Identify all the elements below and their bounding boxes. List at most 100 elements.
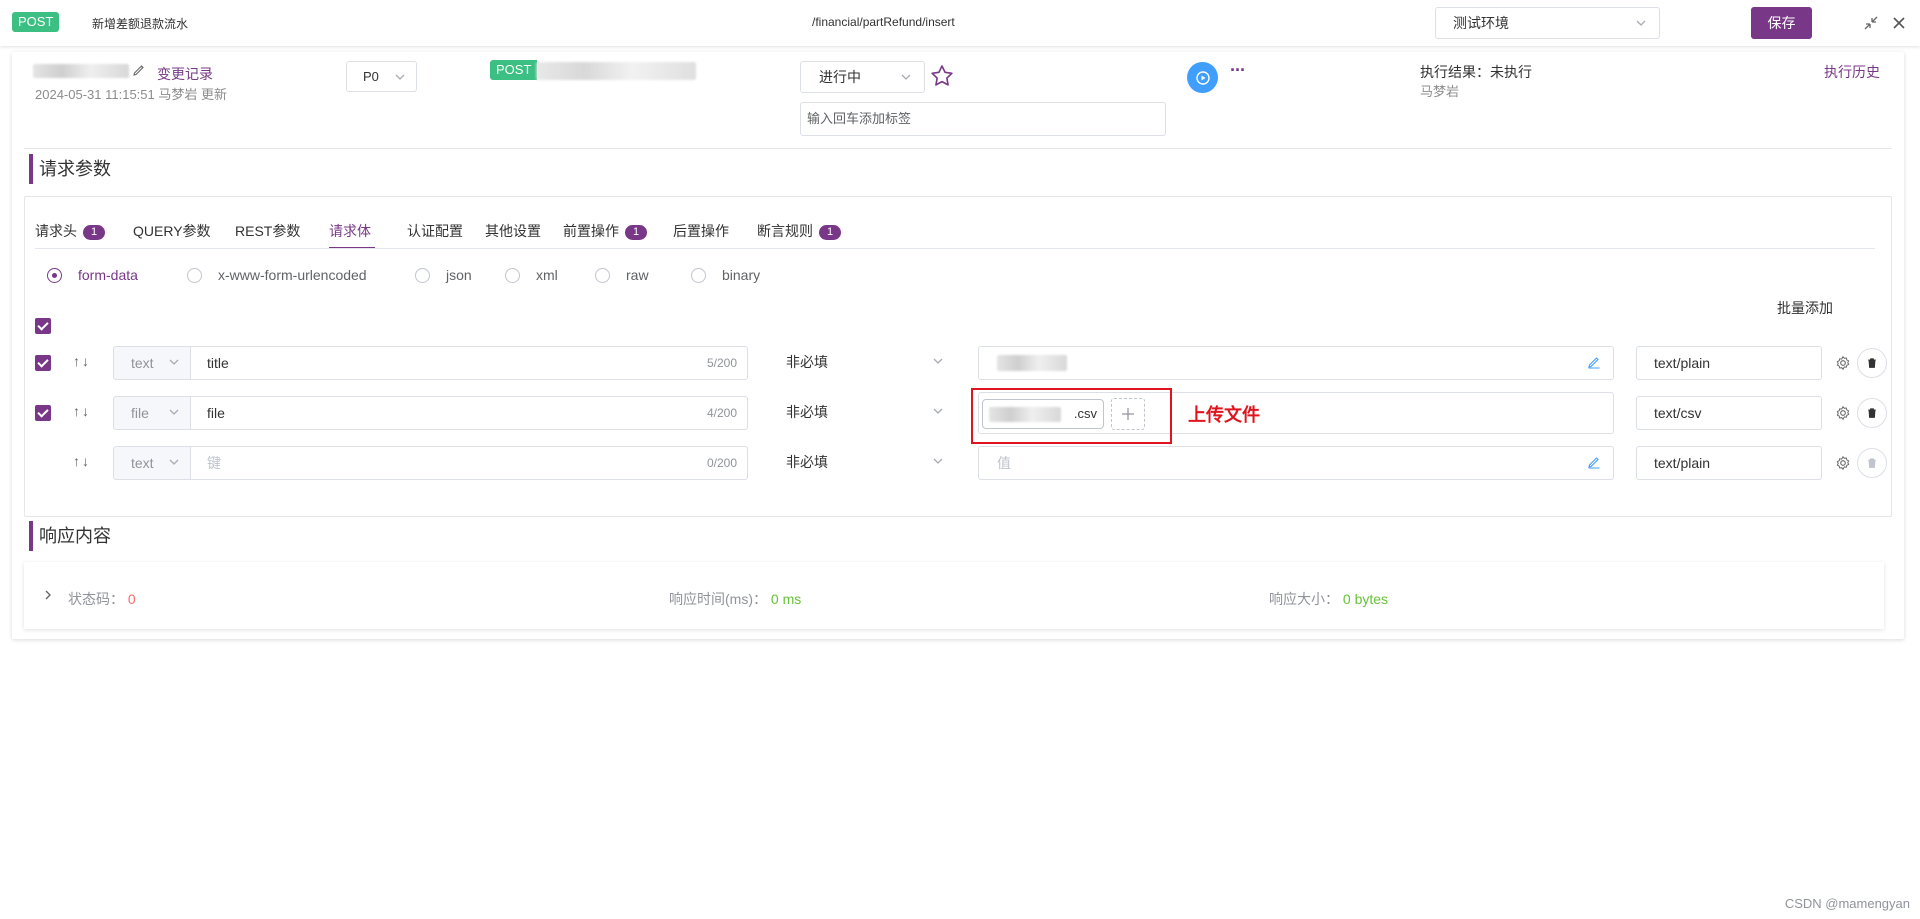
tab-other-settings[interactable]: 其他设置 xyxy=(485,221,541,241)
content-type-input[interactable]: text/plain xyxy=(1636,346,1822,380)
status-code: 状态码： 0 xyxy=(68,591,136,607)
char-count: 4/200 xyxy=(706,406,737,420)
tab-badge: 1 xyxy=(625,225,647,240)
type-select[interactable]: text xyxy=(113,346,191,380)
required-select[interactable]: 非必填 xyxy=(770,346,956,380)
content-type-input[interactable]: text/plain xyxy=(1636,446,1822,480)
radio-form-data[interactable]: form-data xyxy=(47,267,138,283)
close-icon[interactable] xyxy=(1889,13,1909,33)
chevron-down-icon xyxy=(395,74,405,80)
file-chip[interactable]: .csv xyxy=(982,399,1104,429)
play-icon xyxy=(1195,70,1210,85)
value-input[interactable] xyxy=(978,346,1614,380)
tab-body[interactable]: 请求体 xyxy=(329,221,371,241)
value-redacted xyxy=(997,355,1067,371)
tab-pre-script[interactable]: 前置操作 1 xyxy=(563,221,647,241)
file-extension: .csv xyxy=(1073,406,1097,421)
chevron-down-icon xyxy=(169,359,179,365)
chevron-down-icon xyxy=(933,458,943,464)
exec-history-link[interactable]: 执行历史 xyxy=(1824,62,1880,82)
chevron-right-icon[interactable] xyxy=(42,589,54,601)
tab-assertions[interactable]: 断言规则 1 xyxy=(757,221,841,241)
request-section-title: 请求参数 xyxy=(29,154,111,184)
radio-json[interactable]: json xyxy=(415,267,472,283)
radio-xml[interactable]: xml xyxy=(505,267,558,283)
response-time-value: 0 ms xyxy=(770,591,802,607)
radio-binary[interactable]: binary xyxy=(691,267,760,283)
value-input[interactable]: 值 xyxy=(978,446,1614,480)
top-bar: POST 新增差额退款流水 /financial/partRefund/inse… xyxy=(0,0,1920,46)
table-row: ↑↓ file file 4/200 非必填 .csv 上传文件 text/csv xyxy=(25,388,1917,444)
tab-rest[interactable]: REST参数 xyxy=(235,221,300,241)
delete-button[interactable] xyxy=(1857,348,1887,378)
trash-icon xyxy=(1868,458,1876,468)
batch-add-link[interactable]: 批量添加 xyxy=(1777,298,1833,318)
radio-raw[interactable]: raw xyxy=(595,267,649,283)
radio-urlencoded[interactable]: x-www-form-urlencoded xyxy=(187,267,367,283)
content-type-input[interactable]: text/csv xyxy=(1636,396,1822,430)
reorder-arrows-icon[interactable]: ↑↓ xyxy=(73,453,91,469)
key-input[interactable]: file 4/200 xyxy=(191,396,748,430)
delete-button[interactable] xyxy=(1857,398,1887,428)
chevron-down-icon xyxy=(1636,20,1646,26)
save-button[interactable]: 保存 xyxy=(1751,7,1812,39)
row-checkbox[interactable] xyxy=(35,355,51,371)
priority-select[interactable]: P0 xyxy=(346,61,417,92)
delete-button xyxy=(1857,448,1887,478)
collapse-icon[interactable] xyxy=(1861,13,1881,33)
tab-query[interactable]: QUERY参数 xyxy=(133,221,211,241)
key-input[interactable]: title 5/200 xyxy=(191,346,748,380)
response-size-value: 0 bytes xyxy=(1342,591,1389,607)
select-all-checkbox[interactable] xyxy=(35,318,51,334)
tab-headers[interactable]: 请求头 1 xyxy=(35,221,105,241)
main-card: 变更记录 2024-05-31 11:15:51 马梦岩 更新 P0 POST … xyxy=(12,52,1904,639)
trash-icon xyxy=(1868,358,1876,368)
gear-icon[interactable] xyxy=(1835,455,1851,471)
edit-icon[interactable] xyxy=(1587,355,1601,369)
method-tag: POST xyxy=(490,60,538,80)
chevron-down-icon xyxy=(901,74,911,80)
priority-value: P0 xyxy=(363,69,379,84)
key-input[interactable]: 键 0/200 xyxy=(191,446,748,480)
table-row: ↑↓ text title 5/200 非必填 text/plain xyxy=(25,346,1917,380)
more-icon[interactable]: ··· xyxy=(1230,60,1246,81)
chevron-down-icon xyxy=(933,408,943,414)
request-tabs: 请求头 1 QUERY参数 REST参数 请求体 认证配置 其他设置 前置操作 1 … xyxy=(35,221,1875,251)
type-select[interactable]: text xyxy=(113,446,191,480)
edit-icon[interactable] xyxy=(132,63,146,77)
char-count: 0/200 xyxy=(706,456,737,470)
api-path: /financial/partRefund/insert xyxy=(812,15,955,29)
response-section-title: 响应内容 xyxy=(29,521,111,551)
status-select[interactable]: 进行中 xyxy=(800,61,925,93)
upload-annotation-label: 上传文件 xyxy=(1188,405,1260,425)
chevron-down-icon xyxy=(933,358,943,364)
api-title[interactable]: 新增差额退款流水 xyxy=(92,15,188,32)
file-name-redacted xyxy=(989,407,1061,422)
executor-name: 马梦岩 xyxy=(1420,84,1460,99)
gear-icon[interactable] xyxy=(1835,405,1851,421)
response-summary: 状态码： 0 响应时间(ms)： 0 ms 响应大小： 0 bytes xyxy=(24,562,1884,629)
star-icon[interactable] xyxy=(929,63,955,89)
chevron-down-icon xyxy=(169,459,179,465)
tab-auth[interactable]: 认证配置 xyxy=(407,221,463,241)
exec-result-value: 未执行 xyxy=(1490,64,1532,80)
type-select[interactable]: file xyxy=(113,396,191,430)
tabs-divider xyxy=(35,248,1875,249)
add-file-button[interactable] xyxy=(1111,398,1145,430)
gear-icon[interactable] xyxy=(1835,355,1851,371)
body-type-radios: form-data x-www-form-urlencoded json xml… xyxy=(35,267,835,287)
watermark: CSDN @mamengyan xyxy=(1784,896,1910,911)
row-checkbox[interactable] xyxy=(35,405,51,421)
run-button[interactable] xyxy=(1187,62,1218,93)
edit-icon[interactable] xyxy=(1587,455,1601,469)
tab-post-script[interactable]: 后置操作 xyxy=(673,221,729,241)
change-log-link[interactable]: 变更记录 xyxy=(157,64,213,84)
required-select[interactable]: 非必填 xyxy=(770,446,956,480)
environment-select[interactable]: 测试环境 xyxy=(1435,7,1660,39)
exec-result-label: 执行结果： xyxy=(1420,64,1490,80)
reorder-arrows-icon[interactable]: ↑↓ xyxy=(73,403,91,419)
response-time: 响应时间(ms)： 0 ms xyxy=(669,591,802,607)
required-select[interactable]: 非必填 xyxy=(770,396,956,430)
reorder-arrows-icon[interactable]: ↑↓ xyxy=(73,353,91,369)
tag-input[interactable]: 输入回车添加标签 xyxy=(800,102,1166,136)
